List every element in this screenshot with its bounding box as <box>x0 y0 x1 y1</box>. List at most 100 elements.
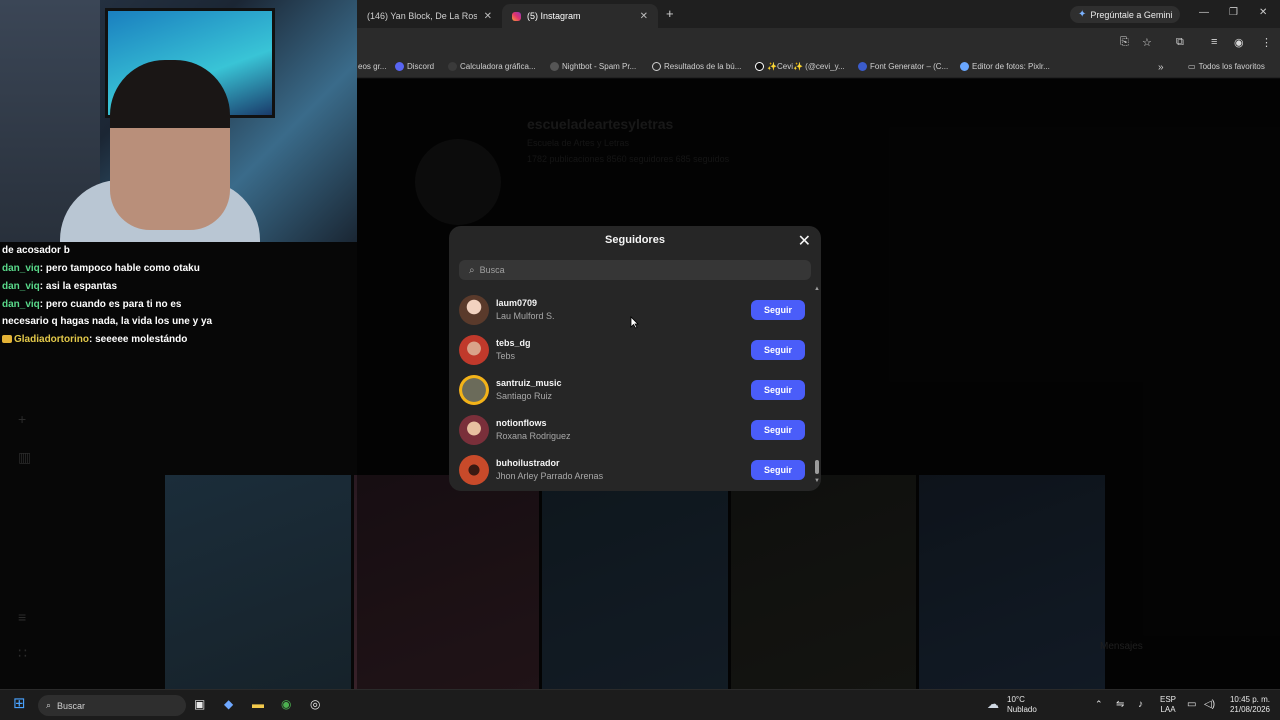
follower-username[interactable]: santruiz_music <box>496 377 751 390</box>
scroll-down-icon[interactable]: ▼ <box>814 478 820 484</box>
weather-temp: 10°C <box>1007 695 1025 704</box>
close-window-icon[interactable]: ✕ <box>1259 7 1267 18</box>
volume-icon[interactable]: ◁) <box>1204 699 1215 710</box>
gemini-label: Pregúntale a Gemini <box>1090 9 1173 20</box>
stats-icon: ▥ <box>18 449 32 465</box>
menu-icon[interactable]: ⋮ <box>1261 36 1272 49</box>
app-icon[interactable]: ◆ <box>224 697 233 711</box>
follower-username[interactable]: notionflows <box>496 417 751 430</box>
chrome-icon[interactable]: ◉ <box>281 697 291 711</box>
tab-youtube[interactable]: (146) Yan Block, De La Rose, Ha ✕ <box>357 4 502 28</box>
windows-start-icon[interactable]: ⊞ <box>13 694 26 712</box>
search-icon: ⌕ <box>46 700 52 710</box>
bookmark-resultados[interactable]: Resultados de la bú... <box>652 62 741 71</box>
nightbot-icon <box>550 62 559 71</box>
clock-time: 10:45 p. m. <box>1229 695 1270 704</box>
chevron-right-icon[interactable]: » <box>1158 62 1164 73</box>
dialog-title: Seguidores <box>605 234 665 246</box>
cloud-icon[interactable]: ☁ <box>987 697 999 711</box>
close-icon[interactable]: ✕ <box>484 11 492 22</box>
list-item: buhoilustrador Jhon Arley Parrado Arenas… <box>459 450 805 490</box>
menu-lines-icon: ≡ <box>18 609 27 625</box>
chevron-up-icon[interactable]: ⌃ <box>1095 699 1103 710</box>
search-input[interactable] <box>479 265 780 275</box>
follow-button[interactable]: Seguir <box>751 420 805 440</box>
search-icon: ⌕ <box>469 264 475 276</box>
pixlr-icon <box>960 62 969 71</box>
font-generator-icon <box>858 62 867 71</box>
taskbar-search[interactable]: ⌕ Buscar <box>38 695 186 716</box>
close-icon[interactable]: ✕ <box>798 231 811 251</box>
cast-icon[interactable]: ⎘ <box>1120 36 1129 49</box>
crown-badge-icon <box>2 335 12 344</box>
restore-icon[interactable]: ❐ <box>1229 7 1238 18</box>
microphone-icon[interactable]: ♪ <box>1138 699 1143 710</box>
avatar[interactable] <box>459 375 489 405</box>
scrollbar[interactable]: ▲ ▼ <box>813 286 821 486</box>
network-icon[interactable]: ⇋ <box>1116 699 1124 710</box>
followers-dialog: Seguidores ✕ ⌕ laum0709 Lau Mulford S. S… <box>449 226 821 491</box>
avatar[interactable] <box>459 295 489 325</box>
desmos-icon <box>448 62 457 71</box>
tab-label: (146) Yan Block, De La Rose, Ha <box>367 11 477 21</box>
media-icon[interactable]: ≡ <box>1211 36 1217 48</box>
all-favorites[interactable]: ▭ Todos los favoritos <box>1188 62 1265 71</box>
follow-button[interactable]: Seguir <box>751 460 805 480</box>
close-icon[interactable]: ✕ <box>640 11 648 22</box>
clock[interactable]: 10:45 p. m. 21/08/2026 <box>1226 695 1270 715</box>
follow-button[interactable]: Seguir <box>751 340 805 360</box>
avatar[interactable] <box>459 415 489 445</box>
weather-widget[interactable]: 10°C Nublado <box>1007 695 1037 715</box>
scroll-up-icon[interactable]: ▲ <box>814 286 820 292</box>
follower-username[interactable]: tebs_dg <box>496 337 751 350</box>
globe-icon <box>652 62 661 71</box>
list-item: santruiz_music Santiago Ruiz Seguir <box>459 370 805 410</box>
search-box[interactable]: ⌕ <box>459 260 811 280</box>
instagram-icon <box>512 11 521 21</box>
gemini-icon: ✦ <box>1078 9 1087 20</box>
bookmark-pixlr[interactable]: Editor de fotos: Pixlr... <box>960 62 1050 71</box>
plus-icon: + <box>18 411 27 427</box>
language-indicator[interactable]: ESP LAA <box>1160 695 1176 715</box>
bookmark-nightbot[interactable]: Nightbot - Spam Pr... <box>550 62 636 71</box>
chat-message: dan_viq: pero tampoco hable como otaku <box>0 260 220 277</box>
follower-username[interactable]: laum0709 <box>496 297 751 310</box>
list-item: tebs_dg Tebs Seguir <box>459 330 805 370</box>
chat-username: dan_viq <box>2 299 40 310</box>
screen: (146) Yan Block, De La Rose, Ha ✕ (5) In… <box>0 0 1280 720</box>
task-view-icon[interactable]: ▣ <box>194 697 205 711</box>
taskbar-search-label: Buscar <box>57 700 86 711</box>
gemini-button[interactable]: ✦ Pregúntale a Gemini <box>1070 6 1181 23</box>
bookmark-calculadora[interactable]: Calculadora gráfica... <box>448 62 536 71</box>
bookmark-cevi[interactable]: ✨Cevi✨ (@cevi_y... <box>755 62 845 71</box>
bookmark-discord[interactable]: Discord <box>395 62 434 71</box>
scroll-thumb[interactable] <box>815 460 819 474</box>
minimize-icon[interactable]: — <box>1199 7 1209 18</box>
taskbar: ⊞ ⌕ Buscar ▣ ◆ ▬ ◉ ◎ ☁ 10°C Nublado ⌃ ⇋ … <box>0 689 1280 720</box>
bookmark-item[interactable]: eos gr... <box>358 62 386 71</box>
bookmark-star-icon[interactable]: ☆ <box>1142 36 1152 49</box>
display-icon[interactable]: ▭ <box>1187 699 1196 710</box>
new-tab-icon[interactable]: + <box>666 6 674 21</box>
chat-username: Gladiadortorino <box>14 334 89 345</box>
chat-username: dan_viq <box>2 281 40 292</box>
tab-instagram[interactable]: (5) Instagram ✕ <box>502 4 658 28</box>
obs-icon[interactable]: ◎ <box>310 697 320 711</box>
file-explorer-icon[interactable]: ▬ <box>252 697 264 711</box>
weather-desc: Nublado <box>1007 705 1037 714</box>
profile-avatar-icon[interactable]: ◉ <box>1234 36 1244 49</box>
follower-fullname: Jhon Arley Parrado Arenas <box>496 471 604 481</box>
follow-button[interactable]: Seguir <box>751 300 805 320</box>
extensions-icon[interactable]: ⧉ <box>1176 36 1184 49</box>
follow-button[interactable]: Seguir <box>751 380 805 400</box>
chat-username: dan_viq <box>2 263 40 274</box>
chat-text: : asi la espantas <box>39 281 118 292</box>
avatar[interactable] <box>459 455 489 485</box>
folder-icon: ▭ <box>1188 62 1196 71</box>
follower-fullname: Tebs <box>496 351 516 361</box>
avatar[interactable] <box>459 335 489 365</box>
bookmark-font-generator[interactable]: Font Generator – (C... <box>858 62 948 71</box>
follower-username[interactable]: buhoilustrador <box>496 457 751 470</box>
stream-chat: de acosador b dan_viq: pero tampoco habl… <box>0 242 220 348</box>
follower-fullname: Santiago Ruiz <box>496 391 553 401</box>
